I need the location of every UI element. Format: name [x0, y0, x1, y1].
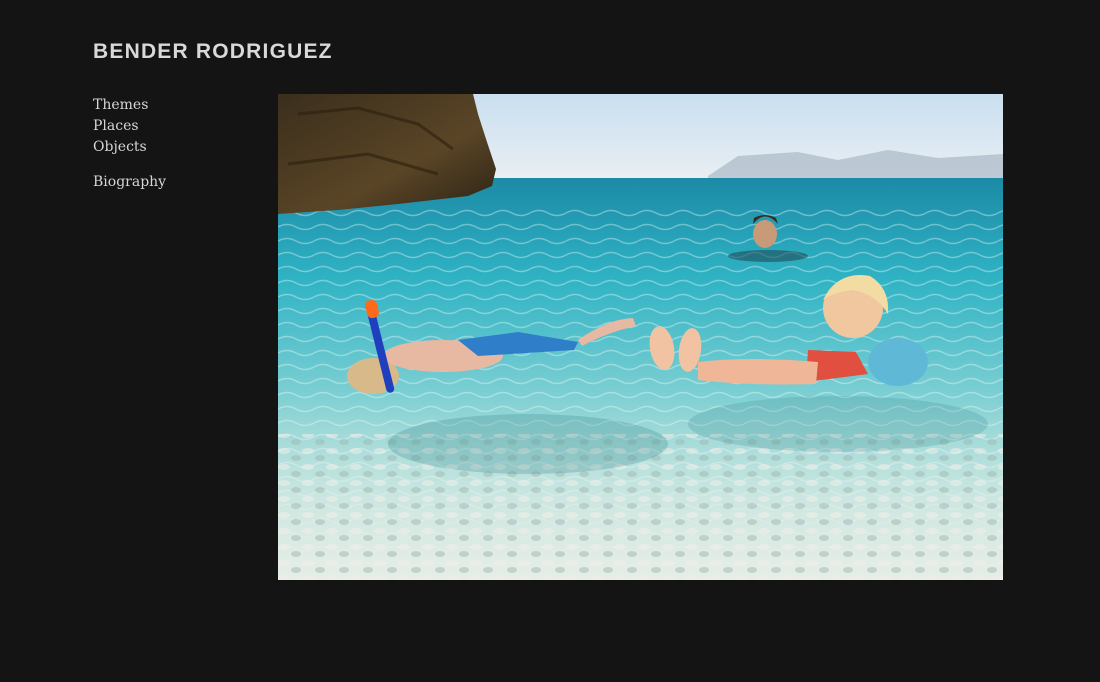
photo-illustration [278, 94, 1003, 580]
nav-item-objects[interactable]: Objects [93, 137, 166, 158]
main-nav: Themes Places Objects Biography [93, 95, 166, 193]
featured-photo[interactable] [278, 94, 1003, 580]
nav-item-places[interactable]: Places [93, 116, 166, 137]
site-title[interactable]: BENDER RODRIGUEZ [93, 40, 333, 64]
nav-item-biography[interactable]: Biography [93, 172, 166, 193]
nav-item-themes[interactable]: Themes [93, 95, 166, 116]
page: BENDER RODRIGUEZ Themes Places Objects B… [0, 0, 1100, 682]
